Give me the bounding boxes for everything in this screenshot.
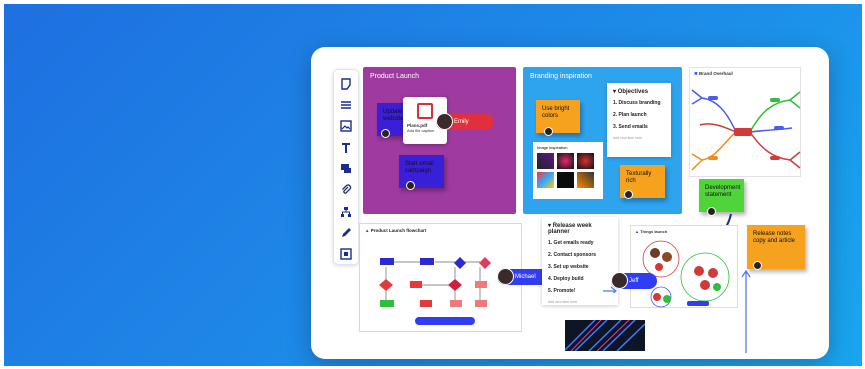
avatar bbox=[436, 113, 453, 130]
neon-photo[interactable] bbox=[565, 320, 645, 351]
brand-overhaul-mindmap[interactable]: ✖ Brand Overhaul bbox=[689, 67, 801, 177]
user-cursor-tag-emily: Emily bbox=[436, 113, 494, 130]
avatar bbox=[381, 129, 390, 138]
add-item-link[interactable]: Add new item here bbox=[613, 136, 665, 140]
image-grid bbox=[537, 153, 599, 188]
board-toolbar bbox=[333, 69, 359, 265]
checklist-item[interactable]: 2. Contact sponsors bbox=[548, 252, 612, 258]
thumbnail[interactable] bbox=[577, 153, 594, 169]
mindmap-graphic bbox=[691, 89, 801, 171]
checklist-item[interactable]: 1. Discuss branding bbox=[613, 100, 665, 106]
note-text: Release notes copy and article bbox=[753, 231, 796, 244]
card-title: ✖ Brand Overhaul bbox=[694, 71, 733, 76]
avatar bbox=[406, 181, 415, 190]
thumbnail[interactable] bbox=[537, 153, 554, 169]
avatar bbox=[624, 190, 633, 199]
pen-icon[interactable] bbox=[336, 223, 356, 242]
panel-title: Branding inspiration bbox=[530, 73, 592, 80]
tag-name: Michael bbox=[515, 274, 536, 280]
hierarchy-icon[interactable] bbox=[336, 202, 356, 221]
avatar bbox=[497, 268, 514, 285]
note-text: Development statement bbox=[705, 185, 741, 198]
note-text: Use bright colors bbox=[542, 106, 570, 119]
avatar bbox=[753, 261, 762, 270]
flowchart-graphic bbox=[379, 257, 491, 325]
file-icon bbox=[417, 103, 433, 119]
checklist-title: ▾ Objectives bbox=[613, 89, 649, 95]
connector-line bbox=[741, 269, 751, 353]
checklist-item[interactable]: 3. Send emails bbox=[613, 124, 665, 130]
card-title: ▲ Things launch bbox=[635, 229, 668, 234]
file-caption: Add file caption bbox=[407, 128, 435, 133]
image-icon[interactable] bbox=[336, 117, 356, 136]
note-text: Start email campaign bbox=[405, 161, 434, 174]
card-title: Image inspiration bbox=[537, 145, 568, 150]
thumbnail[interactable] bbox=[557, 153, 574, 169]
checklist-item[interactable]: 3. Set up website bbox=[548, 264, 612, 270]
objectives-checklist[interactable]: ▾ Objectives 1. Discuss branding 2. Plan… bbox=[607, 83, 671, 157]
checklist-title: ▾ Release week planner bbox=[548, 223, 592, 235]
add-item-link[interactable]: Add new item here bbox=[548, 300, 612, 304]
note-text: Texturally rich bbox=[626, 171, 652, 184]
thumbnail[interactable] bbox=[557, 172, 574, 188]
image-inspiration-card[interactable]: Image inspiration bbox=[533, 142, 603, 199]
photo-graphic bbox=[565, 320, 645, 351]
panel-title: Product Launch bbox=[370, 73, 420, 80]
sticky-note-icon[interactable] bbox=[336, 74, 356, 93]
note-text: Update website bbox=[383, 109, 404, 122]
avatar bbox=[611, 272, 628, 289]
attachment-icon[interactable] bbox=[336, 181, 356, 200]
frame-icon[interactable] bbox=[336, 245, 356, 264]
user-cursor-tag-jeff: Jeff bbox=[611, 272, 657, 289]
card-title: ▲ Product Launch flowchart bbox=[365, 228, 427, 233]
tag-name: Jeff bbox=[629, 278, 639, 284]
avatar bbox=[544, 127, 553, 136]
circle-diagram[interactable]: ▲ Things launch bbox=[630, 225, 738, 308]
comment-icon[interactable] bbox=[336, 159, 356, 178]
sticky-note-bright-colors[interactable]: Use bright colors bbox=[536, 100, 580, 133]
sticky-note-development-statement[interactable]: Development statement bbox=[699, 179, 744, 212]
checklist-item[interactable]: 1. Get emails ready bbox=[548, 240, 612, 246]
text-icon[interactable] bbox=[336, 138, 356, 157]
checklist-item[interactable]: 2. Plan launch bbox=[613, 112, 665, 118]
hero-background: Product Launch Update website Start emai… bbox=[4, 4, 862, 366]
whiteboard-canvas[interactable]: Product Launch Update website Start emai… bbox=[311, 47, 829, 359]
list-icon[interactable] bbox=[336, 95, 356, 114]
tag-name: Emily bbox=[454, 119, 469, 125]
thumbnail[interactable] bbox=[577, 172, 594, 188]
thumbnail[interactable] bbox=[537, 172, 554, 188]
